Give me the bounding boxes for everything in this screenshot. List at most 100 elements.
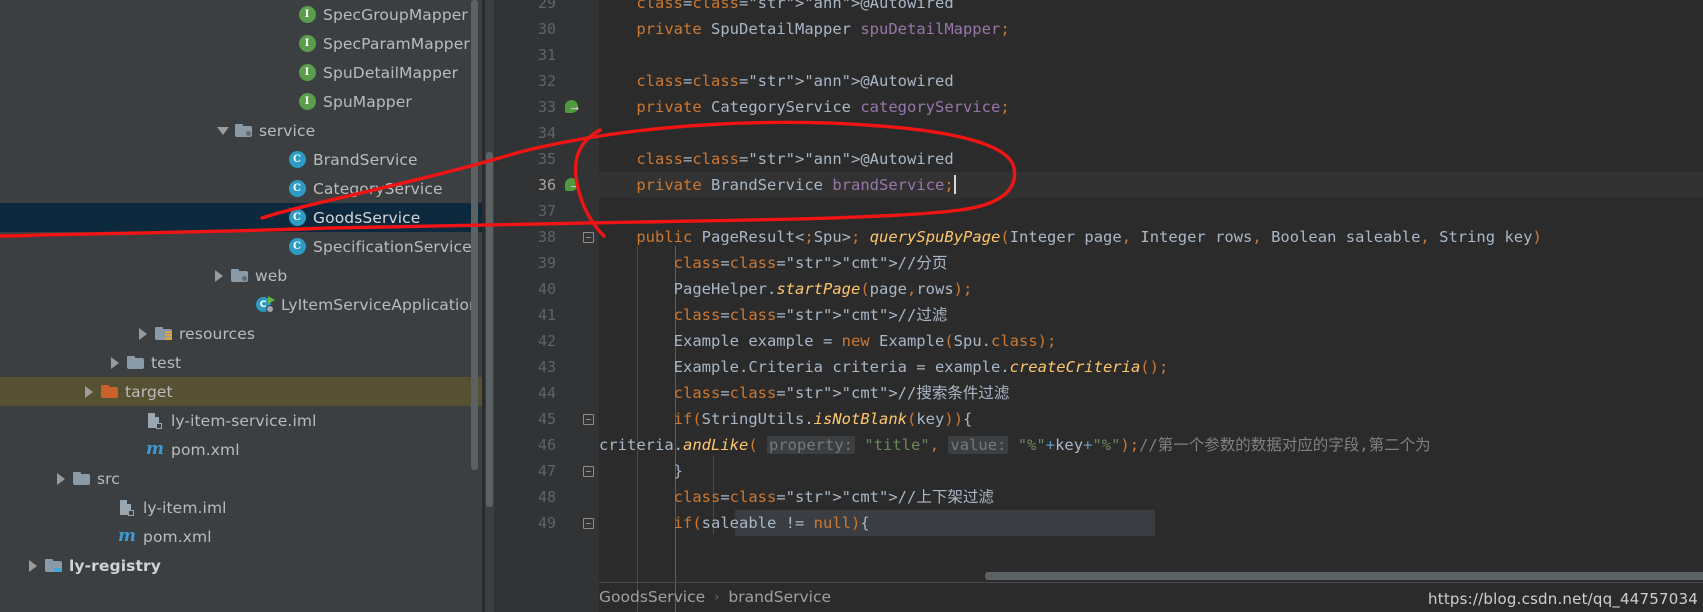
- chevron-right-icon[interactable]: [134, 319, 152, 348]
- tree-item-specificationservice[interactable]: C SpecificationService: [0, 232, 485, 261]
- tree-item-label: CategoryService: [313, 179, 443, 198]
- line-number: 48: [537, 488, 556, 506]
- breadcrumb-item[interactable]: GoodsService: [599, 588, 705, 606]
- tree-item-label: SpecGroupMapper: [323, 5, 468, 24]
- line-number: 47: [537, 462, 556, 480]
- tree-item-ly-registry[interactable]: ly-registry: [0, 551, 485, 580]
- no-chevron-spacer: [98, 493, 116, 522]
- code-line: public PageResult<;Spu>; querySpuByPage(…: [636, 228, 1542, 246]
- tree-item-categoryservice[interactable]: C CategoryService: [0, 174, 485, 203]
- chevron-right-icon[interactable]: [52, 464, 70, 493]
- tree-item-pom-xml[interactable]: m pom.xml: [0, 522, 485, 551]
- line-number: 42: [537, 332, 556, 350]
- code-line: private CategoryService categoryService;: [636, 98, 1010, 116]
- code-line: class=class="str">"cmt">//分页: [673, 254, 948, 272]
- iml-file-icon: [144, 406, 166, 435]
- editor-horizontal-scrollbar[interactable]: [985, 572, 1703, 580]
- maven-icon: m: [146, 439, 164, 459]
- line-number: 32: [537, 72, 556, 90]
- tree-item-label: src: [97, 469, 120, 488]
- line-number: 43: [537, 358, 556, 376]
- tree-item-specparammapper[interactable]: I SpecParamMapper: [0, 29, 485, 58]
- code-line: class=class="str">"ann">@Autowired: [636, 0, 954, 12]
- fold-collapse-icon[interactable]: [578, 224, 598, 250]
- chevron-right-icon[interactable]: [210, 261, 228, 290]
- fold-collapse-icon[interactable]: [578, 406, 598, 432]
- breadcrumb-item[interactable]: brandService: [728, 588, 831, 606]
- chevron-right-icon[interactable]: [80, 377, 98, 406]
- code-line: class=class="str">"cmt">//搜索条件过滤: [673, 384, 1010, 402]
- iml-file-icon: [116, 493, 138, 522]
- bean-run-icon[interactable]: ➞: [562, 94, 582, 120]
- editor-gutter[interactable]: 29 30 31 32 33 ➞ 34 35 36 ➞ 37 38 39 40 41 42 43 44 45 46 47…: [494, 0, 599, 612]
- folder-source-icon: [232, 116, 254, 145]
- code-line: class=class="str">"cmt">//上下架过滤: [673, 488, 994, 506]
- tree-item-label: ly-registry: [69, 556, 161, 575]
- no-chevron-spacer: [236, 290, 254, 319]
- tree-item-specgroupmapper[interactable]: I SpecGroupMapper: [0, 0, 485, 29]
- tree-item-web[interactable]: web: [0, 261, 485, 290]
- code-line: private BrandService brandService;: [636, 175, 956, 194]
- line-number: 34: [537, 124, 556, 142]
- no-chevron-spacer: [126, 406, 144, 435]
- code-content[interactable]: class=class="str">"ann">@Autowired priva…: [599, 0, 1703, 612]
- fold-collapse-icon[interactable]: [578, 510, 598, 536]
- chevron-down-icon[interactable]: [214, 116, 232, 145]
- tree-item-goodsservice[interactable]: C GoodsService: [0, 203, 485, 232]
- tree-item-spumapper[interactable]: I SpuMapper: [0, 87, 485, 116]
- line-number: 40: [537, 280, 556, 298]
- tree-item-pom-xml[interactable]: m pom.xml: [0, 435, 485, 464]
- folder-excluded-icon: [98, 377, 120, 406]
- line-number: 33: [537, 98, 556, 116]
- code-line: Example.Criteria criteria = example.crea…: [673, 358, 1169, 376]
- chevron-right-icon[interactable]: [24, 551, 42, 580]
- tree-item-label: SpuMapper: [323, 92, 412, 111]
- line-number: 37: [537, 202, 556, 220]
- line-number: 49: [537, 514, 556, 532]
- project-tree[interactable]: I SpecGroupMapper I SpecParamMapper I SpuDeta…: [0, 0, 485, 580]
- fold-end-icon[interactable]: [578, 458, 598, 484]
- tree-item-brandservice[interactable]: C BrandService: [0, 145, 485, 174]
- tree-item-label: BrandService: [313, 150, 418, 169]
- tree-item-label: target: [125, 382, 173, 401]
- code-line: Example example = new Example(Spu.class)…: [673, 332, 1057, 350]
- interface-icon: I: [296, 87, 318, 116]
- tree-item-label: GoodsService: [313, 208, 421, 227]
- tree-item-ly-item-iml[interactable]: ly-item.iml: [0, 493, 485, 522]
- class-icon: C: [286, 145, 308, 174]
- chevron-right-icon[interactable]: [106, 348, 124, 377]
- folder-module-icon: [42, 551, 64, 580]
- code-line: if(StringUtils.isNotBlank(key)){: [673, 410, 973, 428]
- sidebar-vertical-scrollbar[interactable]: [471, 0, 478, 470]
- tree-item-spudetailmapper[interactable]: I SpuDetailMapper: [0, 58, 485, 87]
- project-tree-panel[interactable]: I SpecGroupMapper I SpecParamMapper I SpuDeta…: [0, 0, 485, 612]
- code-editor-panel[interactable]: 29 30 31 32 33 ➞ 34 35 36 ➞ 37 38 39 40 41 42 43 44 45 46 47…: [485, 0, 1703, 612]
- text-caret: [953, 175, 956, 194]
- line-number: 35: [537, 150, 556, 168]
- no-chevron-spacer: [268, 174, 286, 203]
- editor-vertical-scrollbar[interactable]: [486, 152, 493, 507]
- tree-item-service[interactable]: service: [0, 116, 485, 145]
- tree-item-target[interactable]: target: [0, 377, 485, 406]
- line-number: 30: [537, 20, 556, 38]
- tree-item-resources[interactable]: resources: [0, 319, 485, 348]
- code-line: }: [673, 462, 683, 480]
- breadcrumb[interactable]: GoodsService › brandService: [599, 582, 831, 612]
- tree-item-label: pom.xml: [171, 440, 240, 459]
- no-chevron-spacer: [278, 87, 296, 116]
- tree-item-lyitemserviceapplication[interactable]: C LyItemServiceApplication: [0, 290, 485, 319]
- tree-item-src[interactable]: src: [0, 464, 485, 493]
- tree-item-ly-item-service-iml[interactable]: ly-item-service.iml: [0, 406, 485, 435]
- bean-run-icon[interactable]: ➞: [562, 172, 582, 198]
- tree-item-test[interactable]: test: [0, 348, 485, 377]
